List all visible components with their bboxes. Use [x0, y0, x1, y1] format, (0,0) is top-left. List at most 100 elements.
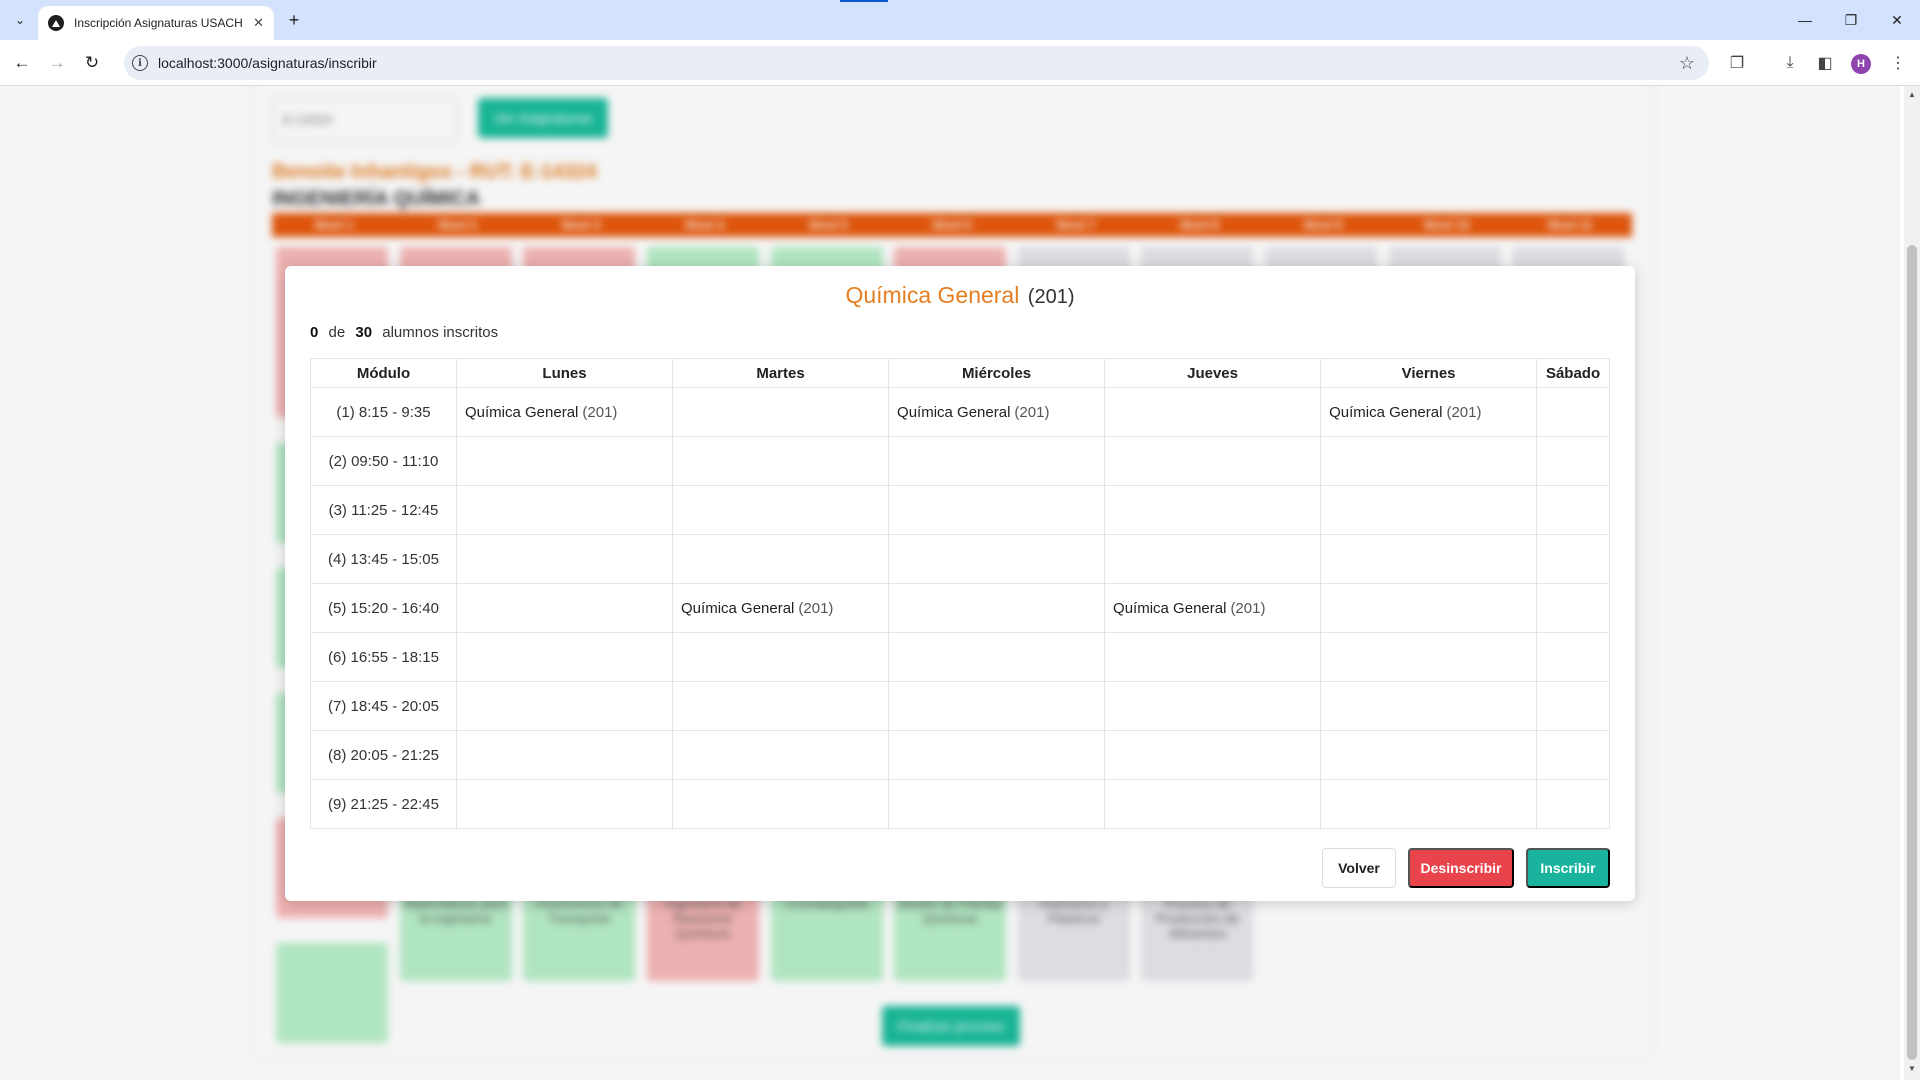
- downloads-icon[interactable]: ⤓: [1778, 51, 1802, 75]
- schedule-header-row: Módulo Lunes Martes Miércoles Jueves Vie…: [310, 358, 1610, 388]
- schedule-cell-tuesday: [672, 387, 890, 437]
- module-time: (2) 09:50 - 11:10: [310, 436, 457, 486]
- schedule-row: (2) 09:50 - 11:10: [310, 436, 1610, 486]
- schedule-row: (3) 11:25 - 12:45: [310, 485, 1610, 535]
- forward-arrow-icon[interactable]: →: [45, 51, 69, 75]
- scheduled-course-name: Química General: [465, 403, 579, 421]
- schedule-cell-wednesday: [888, 583, 1106, 633]
- schedule-cell-wednesday: [888, 632, 1106, 682]
- schedule-cell-monday: [455, 583, 674, 633]
- schedule-cell-friday: [1320, 534, 1538, 584]
- address-bar[interactable]: i localhost:3000/asignaturas/inscribir ☆: [124, 46, 1709, 80]
- schedule-cell-wednesday: [888, 436, 1106, 486]
- restore-window-button[interactable]: ❐: [1828, 0, 1874, 40]
- scroll-down-arrow-icon[interactable]: ▼: [1906, 1064, 1918, 1076]
- header-friday: Viernes: [1320, 358, 1538, 388]
- module-time: (1) 8:15 - 9:35: [310, 387, 457, 437]
- schedule-cell-wednesday: [888, 779, 1106, 829]
- schedule-cell-monday: [455, 534, 674, 584]
- schedule-cell-friday: [1320, 681, 1538, 731]
- schedule-cell-monday: [455, 681, 674, 731]
- modal-footer: Volver Desinscribir Inscribir: [1322, 848, 1610, 888]
- schedule-cell-wednesday: [888, 485, 1106, 535]
- of-label: de: [328, 324, 346, 341]
- schedule-cell-friday: [1320, 436, 1538, 486]
- schedule-cell-saturday: [1536, 485, 1610, 535]
- minimize-window-button[interactable]: —: [1782, 0, 1828, 40]
- header-wednesday: Miércoles: [888, 358, 1106, 388]
- schedule-cell-thursday: [1104, 387, 1322, 437]
- url-text[interactable]: localhost:3000/asignaturas/inscribir: [158, 55, 1679, 71]
- side-panel-icon[interactable]: ◧: [1813, 51, 1837, 75]
- scheduled-course-section: (201): [582, 403, 618, 421]
- enroll-button[interactable]: Inscribir: [1526, 848, 1610, 888]
- back-button[interactable]: Volver: [1322, 848, 1396, 888]
- scheduled-course: Química General (201): [897, 404, 1049, 421]
- back-arrow-icon[interactable]: ←: [10, 51, 34, 75]
- schedule-cell-saturday: [1536, 583, 1610, 633]
- schedule-cell-saturday: [1536, 534, 1610, 584]
- scroll-up-arrow-icon[interactable]: ▲: [1906, 90, 1918, 102]
- site-info-icon[interactable]: i: [132, 55, 148, 71]
- schedule-cell-friday: [1320, 730, 1538, 780]
- reload-icon[interactable]: ↻: [80, 51, 104, 75]
- course-name: Química General: [845, 282, 1020, 308]
- schedule-row: (8) 20:05 - 21:25: [310, 730, 1610, 780]
- schedule-cell-thursday: [1104, 436, 1322, 486]
- header-module: Módulo: [310, 358, 457, 388]
- schedule-row: (5) 15:20 - 16:40 Química General (201) Quí…: [310, 583, 1610, 633]
- schedule-cell-friday: Química General (201): [1320, 387, 1538, 437]
- schedule-cell-thursday: [1104, 632, 1322, 682]
- schedule-cell-saturday: [1536, 387, 1610, 437]
- schedule-row: (1) 8:15 - 9:35 Química General (201) Quími…: [310, 387, 1610, 437]
- schedule-cell-tuesday: [672, 730, 890, 780]
- schedule-cell-friday: [1320, 632, 1538, 682]
- schedule-cell-saturday: [1536, 681, 1610, 731]
- enrolled-label: alumnos inscritos: [382, 324, 499, 341]
- header-monday: Lunes: [455, 358, 674, 388]
- schedule-cell-saturday: [1536, 436, 1610, 486]
- scheduled-course: Química General (201): [1329, 404, 1481, 421]
- scrollbar-thumb[interactable]: [1907, 245, 1917, 1060]
- tab-close-icon[interactable]: ✕: [253, 15, 264, 31]
- scheduled-course-section: (201): [1014, 403, 1050, 421]
- schedule-cell-monday: [455, 779, 674, 829]
- schedule-row: (9) 21:25 - 22:45: [310, 779, 1610, 829]
- close-window-button[interactable]: ✕: [1874, 0, 1920, 40]
- unenroll-button[interactable]: Desinscribir: [1408, 848, 1514, 888]
- browser-toolbar: ← → ↻ i localhost:3000/asignaturas/inscr…: [0, 40, 1920, 86]
- browser-menu-kebab-icon[interactable]: ⋮: [1886, 51, 1910, 75]
- schedule-cell-friday: [1320, 779, 1538, 829]
- module-time: (5) 15:20 - 16:40: [310, 583, 457, 633]
- schedule-cell-tuesday: [672, 534, 890, 584]
- scheduled-course-name: Química General: [897, 403, 1011, 421]
- module-time: (8) 20:05 - 21:25: [310, 730, 457, 780]
- browser-tab[interactable]: Inscripción Asignaturas USACH ✕: [38, 6, 274, 40]
- schedule-cell-tuesday: [672, 779, 890, 829]
- profile-avatar[interactable]: H: [1851, 54, 1871, 74]
- schedule-cell-saturday: [1536, 779, 1610, 829]
- schedule-cell-saturday: [1536, 730, 1610, 780]
- enrollment-count: 0 de 30 alumnos inscritos: [310, 324, 504, 341]
- capacity-number: 30: [355, 324, 373, 341]
- schedule-cell-tuesday: [672, 436, 890, 486]
- module-time: (4) 13:45 - 15:05: [310, 534, 457, 584]
- schedule-cell-wednesday: Química General (201): [888, 387, 1106, 437]
- header-thursday: Jueves: [1104, 358, 1322, 388]
- schedule-cell-wednesday: [888, 681, 1106, 731]
- schedule-cell-thursday: [1104, 681, 1322, 731]
- schedule-row: (7) 18:45 - 20:05: [310, 681, 1610, 731]
- tab-search-chevron-icon[interactable]: ⌄: [8, 8, 32, 32]
- bookmark-star-icon[interactable]: ☆: [1679, 53, 1695, 74]
- new-tab-button[interactable]: +: [282, 8, 306, 32]
- schedule-cell-friday: [1320, 485, 1538, 535]
- schedule-cell-wednesday: [888, 730, 1106, 780]
- module-time: (9) 21:25 - 22:45: [310, 779, 457, 829]
- course-section: (201): [1027, 286, 1075, 308]
- header-tuesday: Martes: [672, 358, 890, 388]
- schedule-cell-thursday: [1104, 730, 1322, 780]
- extensions-puzzle-icon[interactable]: ❐: [1725, 51, 1749, 75]
- schedule-table: Módulo Lunes Martes Miércoles Jueves Vie…: [310, 358, 1610, 829]
- schedule-cell-tuesday: [672, 485, 890, 535]
- tab-favicon-icon: [48, 15, 64, 31]
